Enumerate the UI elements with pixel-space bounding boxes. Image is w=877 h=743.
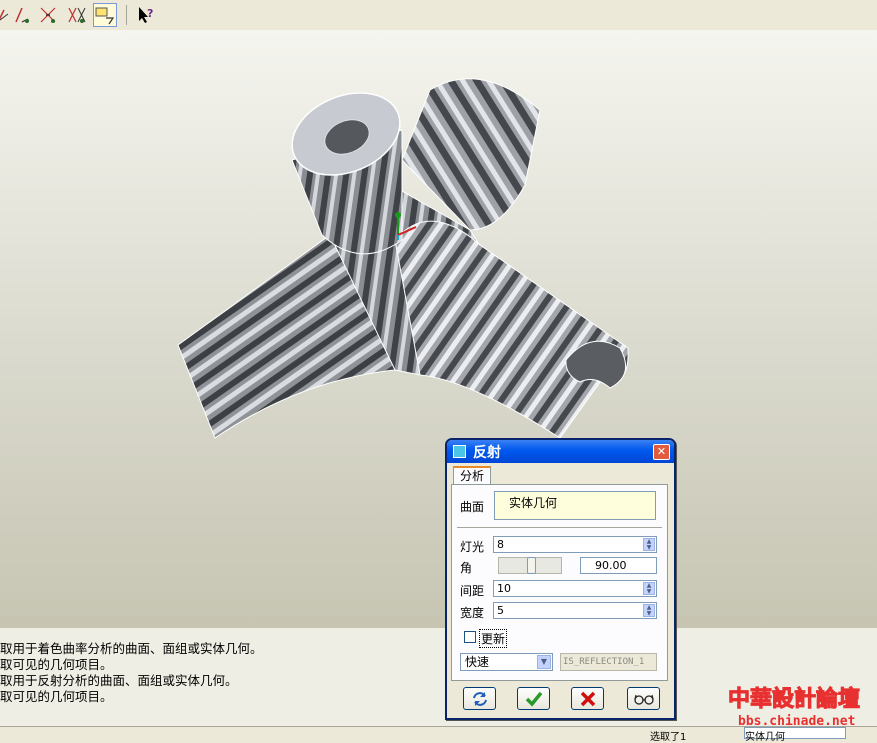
update-label[interactable]: 更新 [479,629,508,648]
surface-value: 实体几何 [509,496,558,510]
angle-input[interactable]: 90.00 [580,557,657,574]
light-spinner-arrows[interactable]: ▲ ▼ [643,538,655,551]
tab-analysis[interactable]: 分析 [453,466,491,485]
divider [457,527,662,528]
model-viewport[interactable] [0,30,877,628]
angle-label: 角 [460,561,473,575]
preview-button[interactable] [627,687,660,710]
spacing-spinner[interactable]: 10 ▲ ▼ [493,580,657,597]
glasses-icon [633,694,654,705]
quality-select[interactable]: 快速 ▼ [460,653,553,671]
quality-select-value: 快速 [465,655,490,669]
accept-button[interactable] [517,687,550,710]
width-spinner-arrows[interactable]: ▲ ▼ [643,604,655,617]
dialog-titlebar[interactable]: 反射 ✕ [447,440,674,463]
spacing-spinner-arrows[interactable]: ▲ ▼ [643,582,655,595]
analysis-panel: 曲面 实体几何 灯光 8 ▲ ▼ 角 90.00 间距 10 ▲ ▼ 宽度 5 ▲ ▼… [451,484,668,681]
angle-slider[interactable] [498,557,562,574]
selection-count: 选取了1 [650,732,687,743]
light-value: 8 [497,538,504,551]
reflection-analysis-icon[interactable] [93,3,117,27]
section-analysis-icon[interactable] [37,4,59,26]
width-spinner[interactable]: 5 ▲ ▼ [493,602,657,619]
light-label: 灯光 [460,540,485,554]
context-help-icon[interactable]: ? [134,4,156,26]
light-spinner[interactable]: 8 ▲ ▼ [493,536,657,553]
reflection-dialog: 反射 ✕ 分析 曲面 实体几何 灯光 8 ▲ ▼ 角 90.00 间距 10 ▲ ▼… [445,438,676,720]
close-icon [580,691,595,706]
analysis-toolbar: ? [0,0,877,31]
message-line: 取可见的几何项目。 [0,689,113,704]
update-checkbox[interactable] [464,631,476,643]
width-label: 宽度 [460,606,485,620]
watermark-logo: 中華設計論壇 bbs.chinade.net [718,680,873,732]
reflection-model [177,78,629,439]
offset-analysis-icon[interactable] [66,4,88,26]
spacing-value: 10 [497,582,511,595]
close-button[interactable]: ✕ [653,444,670,460]
analysis-name-field[interactable]: IS_REFLECTION_1 [560,653,657,671]
spacing-label: 间距 [460,584,485,598]
surface-label: 曲面 [460,500,485,514]
chevron-down-icon[interactable]: ▼ [537,655,551,669]
width-value: 5 [497,604,504,617]
draft-analysis-icon[interactable] [12,4,34,26]
dialog-app-icon [453,445,466,458]
dialog-title: 反射 [473,445,501,461]
checkmark-icon [525,691,542,707]
svg-text:?: ? [147,7,153,20]
angle-slider-thumb[interactable] [527,557,536,574]
recompute-button[interactable] [463,687,496,710]
cancel-button[interactable] [571,687,604,710]
surface-collector[interactable]: 实体几何 [494,491,656,520]
svg-text:bbs.chinade.net: bbs.chinade.net [738,714,855,729]
refresh-icon [472,691,487,706]
svg-text:中華設計論壇: 中華設計論壇 [728,686,860,712]
toolbar-separator [126,5,127,25]
